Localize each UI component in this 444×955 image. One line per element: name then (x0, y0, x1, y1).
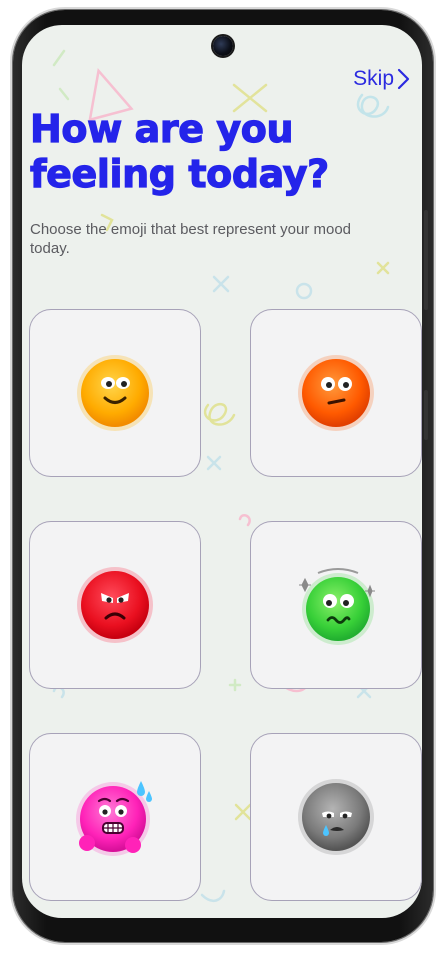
sad-tear-face-icon (298, 779, 374, 855)
skip-label: Skip (353, 67, 394, 90)
page-subtitle: Choose the emoji that best represent you… (30, 221, 352, 257)
mood-card-happy[interactable] (29, 309, 201, 477)
mood-card-angry[interactable] (29, 521, 201, 689)
mood-card-dizzy[interactable] (250, 521, 422, 689)
page-title: How are you feeling today? (29, 106, 410, 197)
volume-button (424, 210, 428, 310)
title-line-2: feeling today? (29, 151, 329, 196)
uneasy-face-icon (298, 355, 374, 431)
power-button (424, 390, 428, 440)
chevron-right-icon (397, 68, 410, 90)
anxious-sweat-face-icon (76, 781, 152, 856)
mood-card-sad[interactable] (250, 733, 422, 901)
mood-card-anxious[interactable] (29, 733, 201, 901)
app-screen: Skip How are you feeling today? Choose t… (22, 25, 422, 918)
skip-button[interactable]: Skip (353, 67, 410, 91)
happy-face-icon (77, 355, 153, 431)
mood-grid (29, 309, 422, 901)
mood-card-uneasy[interactable] (250, 309, 422, 477)
front-camera (213, 36, 233, 56)
title-line-1: How are you (29, 106, 294, 151)
dizzy-face-icon (299, 568, 375, 645)
angry-face-icon (77, 567, 153, 643)
